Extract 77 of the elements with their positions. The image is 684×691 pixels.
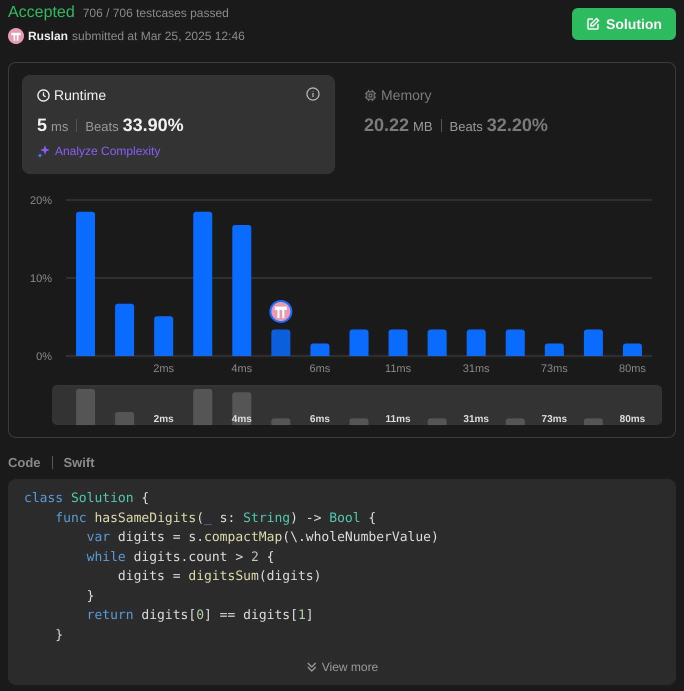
overview-label: 4ms — [232, 414, 252, 425]
bar[interactable] — [584, 329, 603, 356]
overview-label: 31ms — [463, 414, 489, 425]
clock-icon — [37, 88, 50, 102]
axis-label: 6ms — [310, 363, 330, 374]
submitted-text: submitted at Mar 25, 2025 12:46 — [72, 29, 245, 43]
avatar-icon — [269, 300, 292, 323]
axis-label: 4ms — [231, 363, 252, 374]
overview-bar — [506, 418, 525, 425]
metric-unit: MB — [413, 119, 433, 134]
code-line: return digits[0] == digits[1] — [86, 607, 314, 625]
bar[interactable] — [76, 212, 96, 356]
metric-label: Runtime — [54, 87, 106, 103]
axis-label: 11ms — [385, 363, 412, 374]
metric-label: Memory — [381, 87, 432, 103]
overview-bar — [350, 418, 368, 425]
bar[interactable] — [544, 344, 564, 356]
axis-label: 20% — [30, 195, 52, 207]
axis-label: 73ms — [540, 363, 568, 374]
overview-bar — [76, 389, 96, 425]
overview-bar — [428, 418, 447, 425]
overview-bar — [271, 418, 290, 425]
bar[interactable] — [350, 329, 368, 356]
chart-overview[interactable]: 2ms 4ms 6ms 11ms 31ms 73ms 80ms — [52, 385, 662, 425]
info-icon[interactable] — [306, 87, 320, 101]
metric-unit: ms — [51, 119, 68, 134]
bar[interactable] — [388, 329, 408, 356]
code-line: } — [54, 626, 64, 644]
beats-label: Beats — [85, 119, 119, 134]
code-line: var digits = s.compactMap(\.wholeNumberValue) — [86, 529, 439, 547]
axis-label: 0% — [36, 351, 52, 363]
bar[interactable] — [115, 304, 134, 356]
testcases-text: 706 / 706 testcases passed — [82, 6, 229, 20]
axis-label: 10% — [30, 273, 52, 285]
bar[interactable] — [466, 329, 486, 356]
beats-label: Beats — [450, 119, 483, 134]
overview-bar — [193, 389, 212, 425]
code-line: while digits.count > 2 { — [86, 548, 274, 566]
language-label: Swift — [64, 455, 95, 470]
sparkle-icon — [37, 144, 51, 158]
bar[interactable] — [428, 329, 447, 356]
bar[interactable] — [193, 212, 212, 356]
axis-label: 80ms — [619, 363, 646, 374]
avatar-icon — [8, 28, 24, 44]
edit-icon — [586, 17, 600, 31]
bar[interactable] — [232, 224, 252, 356]
metric-value: 5 — [37, 115, 48, 136]
chip-icon — [364, 88, 377, 102]
code-line: } — [86, 588, 94, 606]
axis-label: 2ms — [153, 363, 174, 374]
overview-label: 80ms — [620, 414, 646, 425]
bar[interactable] — [310, 344, 330, 356]
chevrons-down-icon — [306, 661, 318, 673]
metric-value: 20.22 — [364, 115, 410, 136]
overview-bar — [115, 412, 134, 425]
overview-label: 6ms — [310, 414, 330, 425]
beats-value: 33.90% — [122, 115, 184, 136]
bar[interactable] — [154, 316, 174, 356]
code-line: func hasSameDigits(_ s: String) -> Bool { — [54, 510, 376, 528]
bar[interactable] — [271, 329, 290, 356]
metric-tab[interactable]: Memory 20.22 MB Beats 32.20% — [349, 75, 662, 174]
code-line: digits = digitsSum(digits) — [116, 568, 322, 586]
code-line: class Solution { — [24, 490, 150, 508]
bar[interactable] — [506, 329, 525, 356]
status-text: Accepted — [8, 4, 75, 22]
bar[interactable] — [622, 344, 642, 356]
beats-value: 32.20% — [486, 115, 548, 136]
axis-label: 31ms — [462, 363, 490, 374]
view-more-button[interactable]: View more — [300, 659, 384, 675]
overview-bar — [584, 418, 603, 425]
code-label: Code — [8, 455, 40, 470]
user-name[interactable]: Ruslan — [28, 29, 68, 43]
overview-label: 73ms — [542, 414, 568, 425]
overview-bar — [232, 392, 252, 425]
overview-label: 2ms — [154, 414, 174, 425]
metric-tab[interactable]: Runtime 5 ms Beats 33.90% Analyze Complexity — [22, 75, 335, 174]
overview-label: 11ms — [386, 414, 411, 425]
